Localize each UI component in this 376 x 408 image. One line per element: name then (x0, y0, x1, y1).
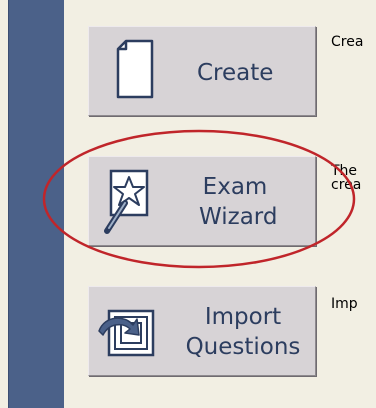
window-left-edge (0, 0, 8, 408)
blank-page-icon (116, 39, 154, 99)
import-arrow-icon (98, 309, 155, 357)
exam-wizard-description-line2: crea (331, 177, 362, 193)
create-description: Crea (331, 34, 364, 50)
exam-wizard-button[interactable]: Exam Wizard (88, 156, 316, 246)
import-questions-button[interactable]: Import Questions (88, 286, 316, 376)
create-button-label: Create (197, 60, 274, 86)
import-questions-label-line1: Import (204, 304, 282, 330)
sidebar-panel (8, 0, 65, 408)
magic-wand-icon (104, 169, 149, 234)
create-button[interactable]: Create (88, 26, 316, 116)
exam-wizard-label-line1: Exam (202, 174, 268, 200)
import-questions-label-line2: Questions (185, 334, 301, 360)
import-questions-description: Imp (331, 296, 358, 312)
exam-wizard-label-line2: Wizard (199, 204, 278, 230)
